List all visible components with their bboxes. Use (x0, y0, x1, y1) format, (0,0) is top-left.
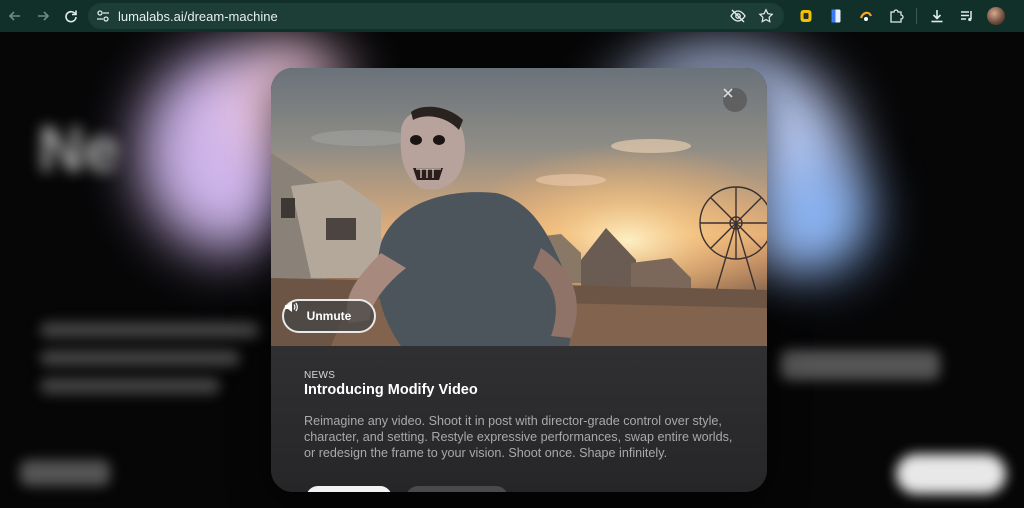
modal-title: Introducing Modify Video (304, 382, 478, 398)
address-bar[interactable]: lumalabs.ai/dream-machine (88, 3, 784, 29)
url-text[interactable]: lumalabs.ai/dream-machine (118, 9, 278, 24)
close-icon (723, 88, 733, 98)
back-button[interactable] (2, 3, 28, 29)
modal-description: Reimagine any video. Shoot it in post wi… (304, 414, 733, 460)
unmute-label: Unmute (306, 309, 352, 323)
background-heading: Ne (38, 113, 120, 185)
browser-toolbar: lumalabs.ai/dream-machine (0, 0, 1024, 32)
eye-off-icon[interactable] (728, 6, 748, 26)
extension-icon[interactable] (796, 6, 816, 26)
profile-avatar[interactable] (987, 7, 1005, 25)
primary-action-button[interactable] (306, 486, 392, 492)
star-icon[interactable] (756, 6, 776, 26)
unmute-button[interactable]: Unmute (282, 299, 376, 333)
close-button[interactable] (723, 88, 747, 112)
background-blob (760, 162, 870, 272)
extensions-area (796, 6, 1005, 26)
background-text-line (40, 322, 260, 338)
toolbar-divider (916, 8, 917, 24)
news-kicker: NEWS (304, 370, 336, 381)
promo-video[interactable]: Unmute (271, 68, 767, 346)
secondary-action-button[interactable] (406, 486, 508, 492)
background-text-line (20, 460, 110, 486)
background-text-line (40, 378, 220, 394)
background-text-line (780, 350, 940, 380)
forward-button[interactable] (30, 3, 56, 29)
speaker-icon (285, 302, 298, 312)
news-modal: Unmute NEWS Introducing Modify Video Rei… (271, 68, 767, 492)
extension-icon[interactable] (826, 6, 846, 26)
puzzle-icon[interactable] (886, 6, 906, 26)
media-icon[interactable] (957, 6, 977, 26)
site-info-icon[interactable] (92, 5, 114, 27)
modal-content: NEWS Introducing Modify Video Reimagine … (271, 346, 767, 492)
background-text-line (40, 350, 240, 366)
extension-icon[interactable] (856, 6, 876, 26)
reload-button[interactable] (58, 3, 84, 29)
back-icon (8, 11, 20, 21)
background-button (896, 454, 1006, 494)
reload-icon (65, 10, 77, 23)
forward-icon (38, 11, 50, 21)
download-icon[interactable] (927, 6, 947, 26)
